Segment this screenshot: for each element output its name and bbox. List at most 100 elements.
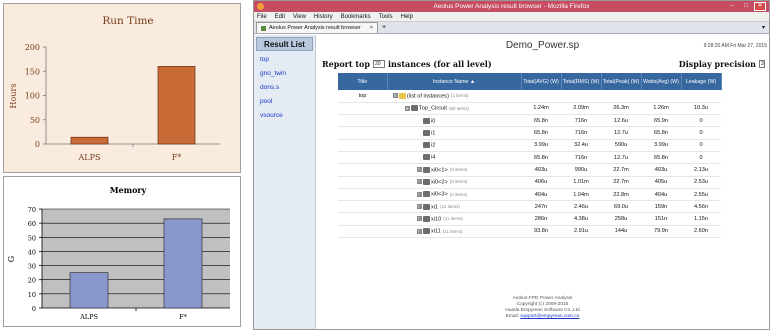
module-icon bbox=[423, 129, 430, 136]
minimize-icon[interactable]: – bbox=[726, 2, 738, 11]
sidebar-item-vsource[interactable]: vsource bbox=[254, 110, 315, 121]
tab-label: Aeolus Power Analysis result browser bbox=[269, 25, 361, 31]
instance-name-text[interactable]: xi10 bbox=[431, 216, 441, 222]
footer-email-label: Email: bbox=[505, 314, 519, 319]
menu-history[interactable]: History bbox=[314, 12, 333, 21]
menu-tools[interactable]: Tools bbox=[379, 12, 393, 21]
table-row[interactable]: i2 3.99u 32.4u 590u 3.99u 0 bbox=[338, 139, 721, 152]
cell-total-rms: 716n bbox=[561, 114, 601, 128]
y-tick-label: 70 bbox=[28, 206, 36, 214]
col-watts-avg[interactable]: Watts(Avg) (W) bbox=[641, 73, 682, 90]
cell-total-avg: 406u bbox=[521, 176, 561, 189]
instance-name-text[interactable]: Top_Circuit bbox=[419, 106, 447, 112]
tab-result-browser[interactable]: Aeolus Power Analysis result browser × bbox=[256, 22, 378, 33]
instance-name-text[interactable]: i4 bbox=[431, 155, 435, 161]
col-total-peak[interactable]: Total(Peak) (W) bbox=[601, 73, 642, 90]
cell-total-avg: 65.8n bbox=[521, 126, 561, 140]
tab-list-chevron-down-icon[interactable]: ▾ bbox=[762, 24, 765, 31]
col-leakage[interactable]: Leakage (W) bbox=[681, 73, 722, 90]
col-title[interactable]: Title bbox=[338, 73, 388, 90]
row-instance-name: ⊟ Top_Circuit (60 items) bbox=[387, 102, 521, 116]
cell-leakage: 4.56n bbox=[681, 200, 721, 214]
cell-total-avg: 3.99u bbox=[521, 139, 561, 152]
table-row[interactable]: ⊞ xi0<1> (3 items) 403u 990u 22.7m 403u 2.13u bbox=[338, 163, 721, 177]
table-row[interactable]: ⊞ xi1 (11 items) 247n 2.46u 69.0u 159n 4.56n bbox=[338, 200, 721, 214]
instance-name-text[interactable]: i1 bbox=[431, 130, 435, 136]
table-row[interactable]: ⊟ Top_Circuit (60 items) 1.24m 2.09m 26.3m 1.2… bbox=[338, 102, 721, 116]
memory-chart-panel: Memory G 0 10 20 30 40 50 60 70 ALPS F* bbox=[3, 176, 241, 327]
collapse-icon[interactable]: ⊟ bbox=[393, 93, 398, 99]
instance-name-text[interactable]: i2 bbox=[431, 143, 435, 149]
cell-leakage: 2.60n bbox=[681, 225, 721, 239]
menu-bookmarks[interactable]: Bookmarks bbox=[341, 12, 371, 21]
instance-name-text[interactable]: xi1 bbox=[431, 204, 438, 210]
menu-file[interactable]: File bbox=[257, 12, 267, 21]
cell-total-rms: 32.4u bbox=[561, 139, 601, 152]
sidebar-item-dons[interactable]: dons.s bbox=[254, 82, 315, 93]
instance-name-text[interactable]: (list of instances) bbox=[407, 93, 449, 99]
instance-name-text[interactable]: xi11 bbox=[431, 229, 441, 235]
menu-edit[interactable]: Edit bbox=[275, 12, 285, 21]
precision-input[interactable]: 3 bbox=[759, 60, 765, 68]
close-icon[interactable]: ✕ bbox=[754, 2, 766, 11]
row-title: top bbox=[338, 90, 387, 103]
expand-icon[interactable]: ⊞ bbox=[417, 216, 422, 222]
y-tick-label: 100 bbox=[25, 92, 40, 101]
col-total-avg[interactable]: Total(AVG) (W) bbox=[521, 73, 562, 90]
table-row[interactable]: top ⊟ (list of instances) (1 items) bbox=[338, 90, 721, 103]
item-count: (3 items) bbox=[449, 167, 468, 173]
cell-total-avg: 65.8n bbox=[521, 114, 561, 128]
cell-watts-avg: 1.26m bbox=[641, 102, 681, 116]
firefox-icon bbox=[257, 3, 264, 10]
row-title bbox=[338, 200, 387, 214]
new-tab-button[interactable]: + bbox=[382, 22, 386, 33]
chart-title: Run Time bbox=[102, 15, 153, 27]
report-instances-label: instances (for all level) bbox=[388, 59, 492, 69]
menu-view[interactable]: View bbox=[293, 12, 306, 21]
y-tick-label: 40 bbox=[28, 248, 36, 256]
footer-email-link[interactable]: support@empyrean.com.cn bbox=[520, 314, 579, 319]
cell-total-rms: 990u bbox=[561, 163, 601, 177]
table-row[interactable]: ⊞ xi0<2> (3 items) 406u 1.01m 22.7m 405u 2.53u bbox=[338, 176, 721, 189]
instance-name-text[interactable]: xi0<3> bbox=[431, 192, 448, 198]
table-row[interactable]: ⊞ xi10 (11 items) 286n 4.38u 258u 151n 1.15n bbox=[338, 212, 721, 226]
tab-close-icon[interactable]: × bbox=[370, 23, 373, 33]
table-row[interactable]: i0 65.8n 716n 12.6u 65.9n 0 bbox=[338, 114, 721, 128]
cell-watts-avg: 3.99u bbox=[641, 139, 681, 152]
expand-icon[interactable]: ⊞ bbox=[417, 179, 422, 185]
folder-icon bbox=[399, 92, 406, 99]
cell-total-peak: 22.7m bbox=[601, 176, 641, 189]
table-row[interactable]: ⊞ xi0<3> (3 items) 404u 1.04m 22.8m 404u 2.55u bbox=[338, 188, 721, 202]
cell-total-peak: 26.3m bbox=[601, 102, 641, 116]
report-top-label: Report top bbox=[322, 59, 370, 69]
expand-icon[interactable]: ⊞ bbox=[417, 228, 422, 234]
col-total-rms[interactable]: Total(RMS) (W) bbox=[561, 73, 602, 90]
item-count: (3 items) bbox=[449, 191, 468, 197]
expand-icon[interactable]: ⊞ bbox=[417, 167, 422, 173]
sidebar-item-gno-twin[interactable]: gno_twin bbox=[254, 68, 315, 79]
cell-total-avg bbox=[521, 90, 561, 103]
maximize-icon[interactable]: □ bbox=[740, 2, 752, 11]
chart-title: Memory bbox=[110, 185, 147, 195]
collapse-icon[interactable]: ⊟ bbox=[405, 105, 410, 111]
instance-name-text[interactable]: xi0<2> bbox=[431, 179, 448, 185]
y-axis-label: Hours bbox=[9, 84, 18, 109]
table-row[interactable]: i4 65.8n 716n 12.7u 65.8n 0 bbox=[338, 151, 721, 165]
report-count-input[interactable]: 20 bbox=[373, 60, 385, 68]
col-instance-name[interactable]: Instance Name ▲ bbox=[387, 73, 522, 90]
sidebar-item-pool[interactable]: pool bbox=[254, 96, 315, 107]
expand-icon[interactable]: ⊞ bbox=[417, 204, 422, 210]
menu-help[interactable]: Help bbox=[401, 12, 413, 21]
cell-total-rms bbox=[561, 90, 601, 103]
table-row[interactable]: ⊞ xi11 (11 items) 93.8n 2.91u 144u 79.9n 2.60n bbox=[338, 225, 721, 239]
instance-name-text[interactable]: xi0<1> bbox=[431, 167, 448, 173]
sidebar-item-top[interactable]: top bbox=[254, 54, 315, 65]
table-row[interactable]: i1 65.8n 716n 12.7u 65.8n 0 bbox=[338, 126, 721, 140]
cell-leakage: 0 bbox=[681, 126, 721, 140]
expand-icon[interactable]: ⊞ bbox=[417, 191, 422, 197]
cell-total-avg: 247n bbox=[521, 200, 561, 214]
cell-total-rms: 1.01m bbox=[561, 176, 601, 189]
instance-name-text[interactable]: i0 bbox=[431, 118, 435, 124]
